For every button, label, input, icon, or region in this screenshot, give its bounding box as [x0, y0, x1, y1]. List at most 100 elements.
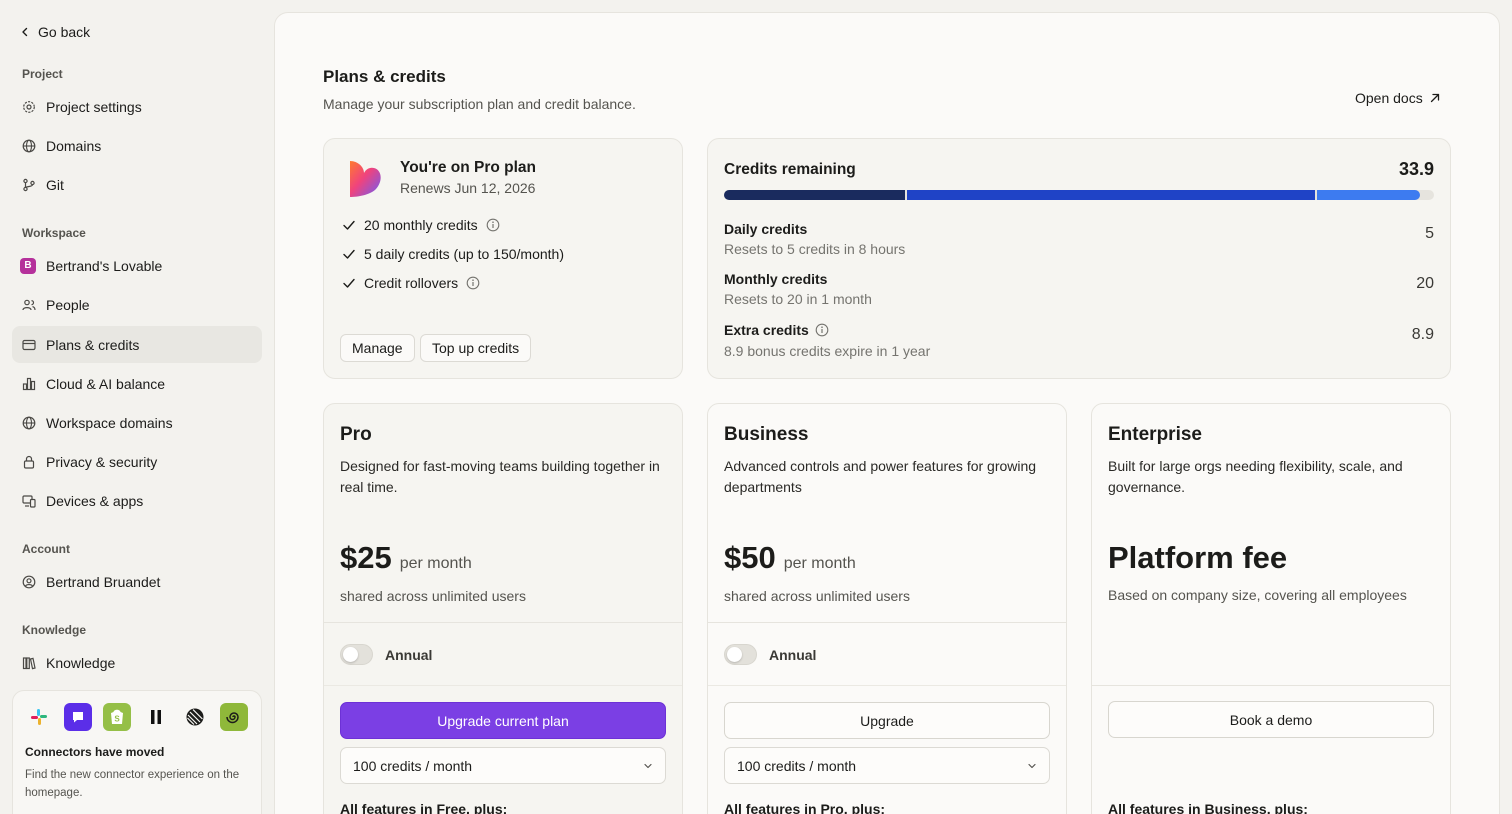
- annual-toggle-row: Annual: [340, 644, 432, 665]
- divider: [324, 622, 682, 623]
- info-icon[interactable]: [815, 323, 829, 337]
- plan-name: You're on Pro plan: [400, 159, 537, 176]
- sidebar-item-privacy-security[interactable]: Privacy & security: [12, 443, 262, 480]
- tier-price-amount: $25: [340, 540, 392, 575]
- plan-feature: 20 monthly credits: [342, 217, 500, 233]
- tier-description: Advanced controls and power features for…: [724, 458, 1037, 495]
- section-title-workspace: Workspace: [22, 226, 86, 240]
- devices-icon: [22, 494, 36, 508]
- tier-description: Designed for fast-moving teams building …: [340, 458, 660, 495]
- chevron-down-icon: [1027, 761, 1037, 771]
- daily-credits-sub: Resets to 5 credits in 8 hours: [724, 241, 906, 257]
- plan-feature-label: Credit rollovers: [364, 275, 459, 291]
- slack-icon: [25, 703, 53, 731]
- sidebar-item-people[interactable]: People: [12, 286, 262, 323]
- business-tier-card: Business Advanced controls and power fea…: [707, 403, 1067, 814]
- workspace-avatar: B: [20, 257, 36, 274]
- credits-total: 33.9: [1398, 159, 1434, 179]
- credits-select[interactable]: 100 credits / month: [340, 747, 666, 784]
- tier-price: $50 per month: [724, 540, 856, 576]
- upgrade-button[interactable]: Upgrade: [724, 702, 1050, 739]
- main-panel: Plans & credits Manage your subscription…: [274, 12, 1500, 814]
- sidebar-item-project-settings[interactable]: Project settings: [12, 88, 262, 125]
- sidebar-item-label: Plans & credits: [46, 336, 140, 353]
- chevron-left-icon: [20, 27, 30, 37]
- daily-credits-label: Daily credits: [724, 221, 808, 237]
- upgrade-current-plan-button[interactable]: Upgrade current plan: [340, 702, 666, 739]
- go-back-link[interactable]: Go back: [20, 22, 90, 42]
- credits-bar-segment: [724, 190, 906, 200]
- sidebar-item-knowledge[interactable]: Knowledge: [12, 644, 262, 681]
- check-icon: [342, 218, 356, 232]
- page-subtitle: Manage your subscription plan and credit…: [323, 96, 636, 112]
- credits-progress-bar: [724, 190, 1434, 200]
- sidebar-item-cloud-ai[interactable]: Cloud & AI balance: [12, 365, 262, 402]
- globe-icon: [22, 139, 36, 153]
- features-heading: All features in Business, plus:: [1108, 801, 1308, 814]
- sidebar-item-domains[interactable]: Domains: [12, 127, 262, 164]
- tier-description: Built for large orgs needing flexibility…: [1108, 458, 1403, 495]
- heart-logo-icon: [344, 159, 384, 199]
- info-icon[interactable]: [486, 218, 500, 232]
- daily-credits-value: 5: [1425, 225, 1434, 242]
- extra-credits-sub: 8.9 bonus credits expire in 1 year: [724, 343, 931, 359]
- sidebar-item-devices-apps[interactable]: Devices & apps: [12, 482, 262, 519]
- book-demo-button[interactable]: Book a demo: [1108, 701, 1434, 738]
- credits-title: Credits remaining: [724, 161, 856, 178]
- tier-price-period: per month: [783, 555, 856, 572]
- top-up-credits-button[interactable]: Top up credits: [420, 334, 532, 362]
- divider: [324, 685, 682, 686]
- credits-bar-segment: [907, 190, 1316, 200]
- people-icon: [22, 298, 36, 312]
- tier-price-amount: $50: [724, 540, 776, 575]
- annual-toggle[interactable]: [340, 644, 373, 665]
- connectors-notice[interactable]: S Connectors have moved Find the new con…: [12, 690, 262, 814]
- tier-price: $25 per month: [340, 540, 472, 576]
- plan-feature-label: 5 daily credits (up to 150/month): [364, 246, 564, 262]
- tier-name: Pro: [340, 424, 372, 445]
- check-icon: [342, 276, 356, 290]
- tier-name: Business: [724, 424, 809, 445]
- manage-button[interactable]: Manage: [340, 334, 415, 362]
- tier-note: Based on company size, covering all empl…: [1108, 587, 1407, 603]
- go-back-label: Go back: [38, 24, 91, 40]
- tier-price-period: per month: [399, 555, 472, 572]
- globe-icon: [22, 416, 36, 430]
- section-title-account: Account: [22, 542, 70, 556]
- chevron-down-icon: [643, 761, 653, 771]
- user-circle-icon: [22, 575, 36, 589]
- sidebar-item-label: Knowledge: [46, 654, 116, 671]
- lock-icon: [22, 455, 36, 469]
- annual-toggle-label: Annual: [769, 646, 817, 663]
- tier-name: Enterprise: [1108, 424, 1202, 445]
- divider: [708, 622, 1066, 623]
- sidebar-item-plans-credits[interactable]: Plans & credits: [12, 326, 262, 363]
- plan-feature: Credit rollovers: [342, 275, 480, 291]
- sidebar-item-label: Domains: [46, 137, 102, 154]
- sidebar: Go back Project Project settings Domains…: [0, 0, 275, 814]
- shopify-icon: S: [103, 703, 131, 731]
- check-icon: [342, 247, 356, 261]
- current-plan-card: You're on Pro plan Renews Jun 12, 2026 2…: [323, 138, 683, 379]
- sidebar-item-account-user[interactable]: Bertrand Bruandet: [12, 563, 262, 600]
- sidebar-item-git[interactable]: Git: [12, 166, 262, 203]
- sidebar-item-label: Privacy & security: [46, 453, 158, 470]
- arrow-up-right-icon: [1429, 92, 1441, 104]
- credits-remaining-card: Credits remaining 33.9 Daily credits Res…: [707, 138, 1451, 379]
- chat-app-icon: [64, 703, 92, 731]
- open-docs-link[interactable]: Open docs: [1355, 90, 1441, 106]
- sidebar-item-label: Project settings: [46, 98, 142, 115]
- sidebar-item-label: Workspace domains: [46, 414, 173, 431]
- sidebar-item-label: Bertrand's Lovable: [46, 257, 163, 274]
- svg-text:S: S: [114, 715, 120, 724]
- plan-feature-label: 20 monthly credits: [364, 217, 478, 233]
- plan-renewal-date: Renews Jun 12, 2026: [400, 180, 536, 196]
- info-icon[interactable]: [466, 276, 480, 290]
- sidebar-item-workspace[interactable]: B Bertrand's Lovable: [12, 247, 262, 284]
- sidebar-item-workspace-domains[interactable]: Workspace domains: [12, 404, 262, 441]
- annual-toggle[interactable]: [724, 644, 757, 665]
- monthly-credits-value: 20: [1416, 275, 1434, 292]
- pro-tier-card: Pro Designed for fast-moving teams build…: [323, 403, 683, 814]
- library-icon: [22, 656, 36, 670]
- credits-select[interactable]: 100 credits / month: [724, 747, 1050, 784]
